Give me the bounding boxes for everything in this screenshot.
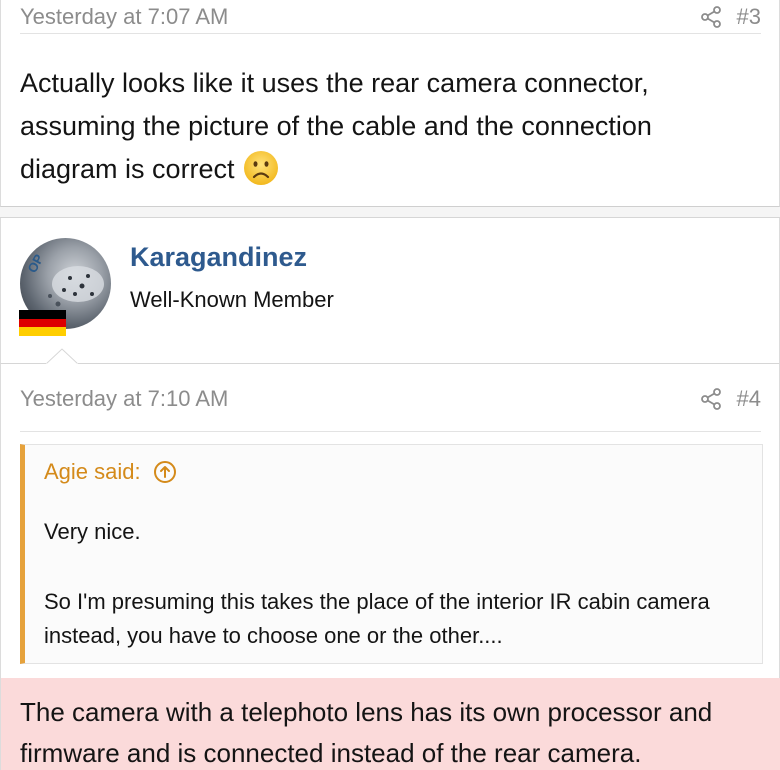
post-4-actions: #4 [699,386,761,412]
quote-text: Very nice. So I'm presuming this takes t… [44,515,734,653]
quote-line-1: Very nice. [44,519,141,544]
share-icon[interactable] [699,387,723,411]
post-4-timestamp[interactable]: Yesterday at 7:10 AM [20,386,228,412]
quote-line-2: So I'm presuming this takes the place of… [44,589,710,648]
post-3-text: Actually looks like it uses the rear cam… [20,68,652,184]
post-4-body-highlight: The camera with a telephoto lens has its… [1,678,780,770]
quote-author[interactable]: Agie said: [44,459,141,485]
post-3-meta: Yesterday at 7:07 AM #3 [20,0,761,34]
thread-page: Yesterday at 7:07 AM #3 Actually looks l… [0,0,780,770]
username[interactable]: Karagandinez [130,242,307,273]
post-4-author: OP Karagandinez Well-Known Member [0,218,780,364]
post-3-body: Actually looks like it uses the rear cam… [20,62,740,191]
post-3-timestamp[interactable]: Yesterday at 7:07 AM [20,4,228,30]
quote-block: Agie said: Very nice. So I'm presuming t… [20,444,763,664]
post-4-meta: Yesterday at 7:10 AM #4 [20,382,761,416]
post-4-divider [20,431,761,432]
share-icon[interactable] [699,5,723,29]
post-4-number[interactable]: #4 [737,386,761,412]
post-3-number[interactable]: #3 [737,4,761,30]
arrow-up-icon[interactable] [153,460,177,484]
frown-emoji [243,150,279,186]
post-separator [0,207,780,218]
post-3: Yesterday at 7:07 AM #3 Actually looks l… [0,0,780,207]
message-pointer [46,348,78,365]
user-title: Well-Known Member [130,287,334,312]
quote-header[interactable]: Agie said: [44,459,177,485]
post-4-text: The camera with a telephoto lens has its… [20,697,713,768]
post-4: Yesterday at 7:10 AM #4 Agie said: Very … [0,364,780,770]
post-3-actions: #3 [699,4,761,30]
germany-flag-icon [19,310,66,336]
